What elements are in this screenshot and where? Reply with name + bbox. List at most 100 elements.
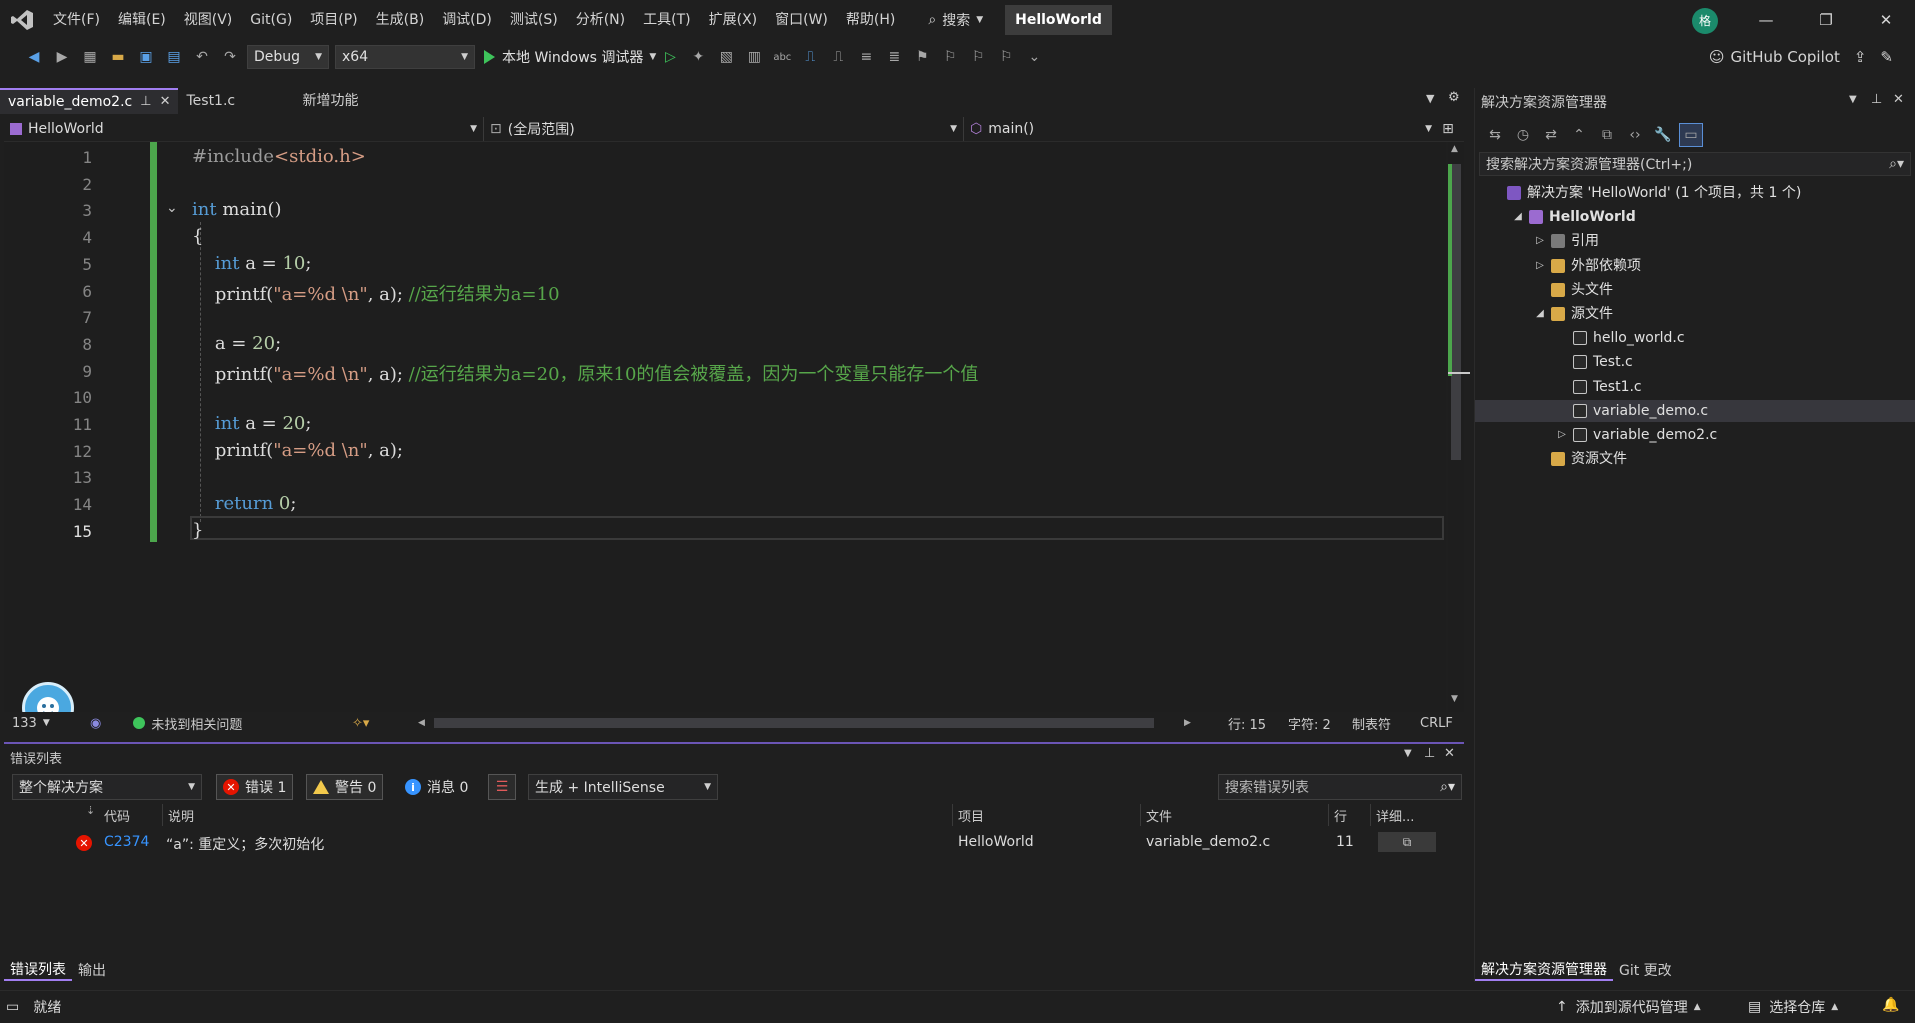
show-details-icon[interactable]: ⧉: [1378, 832, 1436, 852]
table-row[interactable]: ✕ C2374 “a”: 重定义；多次初始化 HelloWorld variab…: [4, 830, 1444, 856]
scrollbar-thumb[interactable]: [1451, 164, 1461, 460]
menu-item[interactable]: 窗口(W): [766, 0, 837, 40]
wrench-icon[interactable]: 🔧: [1651, 123, 1675, 147]
scroll-right-icon[interactable]: ▶: [1184, 718, 1191, 728]
select-repository-button[interactable]: ▤ 选择仓库 ▲: [1748, 997, 1838, 1017]
prev-bookmark-icon[interactable]: ⚐: [938, 45, 962, 69]
bookmark-icon[interactable]: ⚑: [910, 45, 934, 69]
project-badge[interactable]: HelloWorld: [1005, 5, 1112, 35]
code-line[interactable]: printf("a=%d \n", a); //运行结果为a=20，原来10的值…: [192, 360, 979, 386]
add-to-source-control-button[interactable]: ↑ 添加到源代码管理 ▲: [1556, 997, 1701, 1017]
indent-icon[interactable]: ≡: [854, 45, 878, 69]
tab-solution-explorer[interactable]: 解决方案资源管理器: [1475, 959, 1613, 981]
tab-new-features[interactable]: 新增功能: [294, 88, 366, 114]
tree-item[interactable]: 资源文件: [1475, 448, 1915, 470]
menu-item[interactable]: 项目(P): [301, 0, 366, 40]
restore-icon[interactable]: ❐: [1796, 0, 1856, 40]
horizontal-scrollbar-thumb[interactable]: [434, 718, 1154, 728]
tree-item[interactable]: variable_demo.c: [1475, 399, 1915, 422]
output-icon[interactable]: ▭: [6, 999, 19, 1015]
column-header-project[interactable]: 项目: [958, 806, 984, 825]
sort-icon[interactable]: ⇣: [86, 804, 95, 817]
switch-views-icon[interactable]: ⇆: [1483, 123, 1507, 147]
member-nav-select[interactable]: ⬡ main() ▼: [964, 116, 1438, 141]
tree-item[interactable]: hello_world.c: [1475, 327, 1915, 349]
solution-search-input[interactable]: 搜索解决方案资源管理器(Ctrl+;) ⌕▾: [1479, 152, 1911, 176]
error-code-link[interactable]: C2374: [104, 834, 149, 850]
clear-bookmarks-icon[interactable]: ⚐: [994, 45, 1018, 69]
menu-item[interactable]: 扩展(X): [700, 0, 767, 40]
layout-icon[interactable]: ▥: [742, 45, 766, 69]
line-indicator[interactable]: 行: 15: [1228, 714, 1266, 733]
panel-menu-icon[interactable]: ▼: [1849, 94, 1857, 105]
expanded-icon[interactable]: ◢: [1511, 206, 1525, 228]
navigate-back-icon[interactable]: ◀: [22, 45, 46, 69]
tree-item[interactable]: 头文件: [1475, 279, 1915, 301]
tree-item[interactable]: Test.c: [1475, 351, 1915, 373]
code-line[interactable]: int a = 10;: [192, 253, 312, 274]
code-line[interactable]: return 0;: [192, 493, 297, 514]
panel-menu-icon[interactable]: ▼: [1404, 748, 1412, 759]
solution-explorer-toolbar-icon[interactable]: ▧: [714, 45, 738, 69]
scroll-left-icon[interactable]: ◀: [418, 718, 425, 728]
menu-item[interactable]: 工具(T): [634, 0, 699, 40]
save-icon[interactable]: ▣: [134, 45, 158, 69]
tree-item[interactable]: ◢ 源文件: [1475, 303, 1915, 325]
fold-toggle-icon[interactable]: ⌄: [166, 200, 178, 216]
code-line[interactable]: {: [192, 226, 203, 247]
toolbar-overflow-icon[interactable]: ⌄: [1022, 45, 1046, 69]
pin-icon[interactable]: ⊥: [1871, 92, 1882, 107]
tab-git-changes[interactable]: Git 更改: [1613, 960, 1678, 980]
undo-icon[interactable]: ↶: [190, 45, 214, 69]
split-editor-icon[interactable]: ⊞: [1438, 121, 1458, 137]
errors-filter-toggle[interactable]: ✕ 错误 1: [216, 774, 294, 800]
configuration-select[interactable]: Debug ▼: [247, 45, 329, 69]
code-line[interactable]: int a = 20;: [192, 413, 312, 434]
close-window-icon[interactable]: ✕: [1856, 0, 1915, 40]
gear-icon[interactable]: ⚙: [1448, 90, 1460, 105]
collapse-all-icon[interactable]: ⌃: [1567, 123, 1591, 147]
menu-item[interactable]: 测试(S): [501, 0, 567, 40]
menu-item[interactable]: 分析(N): [567, 0, 634, 40]
code-cleanup-icon[interactable]: ✧▾: [352, 716, 369, 731]
hot-reload-icon[interactable]: ✦: [686, 45, 710, 69]
scroll-up-icon[interactable]: ▲: [1451, 144, 1458, 154]
start-debugging-button[interactable]: 本地 Windows 调试器 ▼: [484, 47, 656, 67]
code-line[interactable]: #include<stdio.h>: [192, 146, 366, 167]
error-scope-select[interactable]: 整个解决方案 ▼: [12, 774, 202, 800]
menu-item[interactable]: 编辑(E): [109, 0, 175, 40]
column-header-code[interactable]: 代码: [104, 806, 130, 825]
tree-item[interactable]: ▷ 外部依赖项: [1475, 255, 1915, 277]
menu-item[interactable]: 生成(B): [367, 0, 434, 40]
column-header-line[interactable]: 行: [1334, 806, 1347, 825]
column-header-details[interactable]: 详细...: [1376, 806, 1414, 825]
redo-icon[interactable]: ↷: [218, 45, 242, 69]
visual-studio-logo-icon[interactable]: [0, 0, 44, 40]
open-folder-icon[interactable]: ▬: [106, 45, 130, 69]
error-search-input[interactable]: 搜索错误列表 ⌕▾: [1218, 774, 1462, 800]
sync-icon[interactable]: ⇄: [1539, 123, 1563, 147]
pin-icon[interactable]: ⊥: [140, 89, 151, 115]
comment-icon[interactable]: ⎍: [798, 45, 822, 69]
feedback-icon[interactable]: ✎: [1880, 48, 1893, 66]
column-header-description[interactable]: 说明: [168, 806, 194, 825]
tree-item[interactable]: 解决方案 'HelloWorld' (1 个项目，共 1 个): [1475, 182, 1915, 204]
expanded-icon[interactable]: ◢: [1533, 303, 1547, 325]
start-without-debugging-icon[interactable]: ▷: [658, 45, 682, 69]
code-line[interactable]: }: [192, 520, 203, 541]
code-editor[interactable]: ⌄ 1 2 3 4 5 6 7 8 9 10 11 12 13 14 15 #include<stdio.h…: [4, 142, 1470, 734]
preview-toggle-icon[interactable]: ▭: [1679, 123, 1703, 147]
collapsed-icon[interactable]: ▷: [1533, 255, 1547, 277]
collapsed-icon[interactable]: ▷: [1533, 230, 1547, 252]
tab-variable-demo2[interactable]: variable_demo2.c ⊥ ✕: [0, 88, 179, 115]
notifications-icon[interactable]: 🔔: [1882, 997, 1899, 1013]
menu-item[interactable]: 帮助(H): [837, 0, 904, 40]
line-ending-indicator[interactable]: CRLF: [1420, 716, 1453, 731]
tree-item[interactable]: ◢ HelloWorld: [1475, 206, 1915, 228]
navigate-forward-icon[interactable]: ▶: [50, 45, 74, 69]
history-icon[interactable]: ◷: [1511, 123, 1535, 147]
code-view-icon[interactable]: ‹›: [1623, 123, 1647, 147]
share-icon[interactable]: ⇪: [1854, 48, 1867, 66]
close-icon[interactable]: ✕: [1893, 92, 1904, 107]
issues-indicator[interactable]: 未找到相关问题: [133, 714, 242, 733]
